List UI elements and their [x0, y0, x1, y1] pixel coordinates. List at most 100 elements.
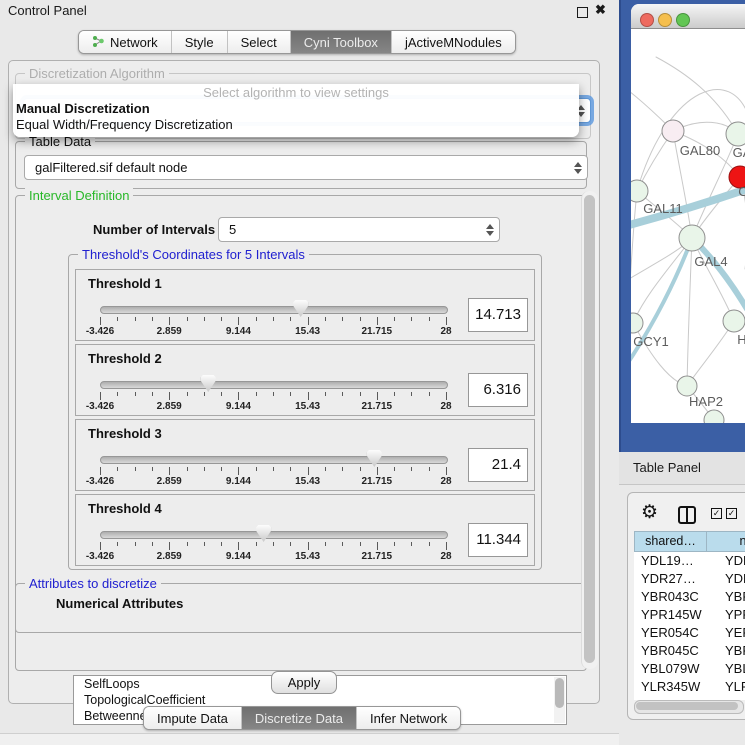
tab-label: Select — [241, 35, 277, 50]
tab-jactivemnodules[interactable]: jActiveMNodules — [392, 31, 515, 53]
cell-shared-name: YLR345W — [634, 678, 707, 696]
checkbox-icon[interactable]: ✓ — [726, 508, 737, 519]
threshold-slider[interactable] — [100, 531, 448, 539]
table-row[interactable]: YLR345WYLR3 — [634, 678, 745, 696]
panel-title: Control Panel — [8, 3, 87, 18]
cell-shared-name: YDR27… — [634, 570, 707, 588]
table-row[interactable]: YPR145WYPR1 — [634, 606, 745, 624]
combo-stepper-icon — [574, 162, 582, 174]
tab-network[interactable]: Network — [79, 31, 172, 53]
table-row[interactable]: YDR27…YDR2 — [634, 570, 745, 588]
list-scrollbar[interactable] — [554, 677, 565, 723]
table-data-combobox[interactable]: galFiltered.sif default node — [24, 155, 588, 180]
network-window-titlebar[interactable] — [631, 4, 745, 29]
apply-button[interactable]: Apply — [271, 671, 337, 694]
group-title: Discretization Algorithm — [25, 66, 169, 81]
tab-label: Style — [185, 35, 214, 50]
node-label: H — [737, 332, 745, 347]
slider-thumb[interactable] — [201, 375, 216, 392]
panel-scrollbar[interactable] — [581, 191, 598, 669]
columns-icon[interactable] — [678, 506, 696, 524]
cell-shared-name: YBL079W — [634, 660, 707, 678]
cell-shared-name: YPR145W — [634, 606, 707, 624]
group-title: Interval Definition — [25, 188, 133, 203]
table-hscrollbar-thumb[interactable] — [636, 702, 738, 710]
column-header-name[interactable]: na — [707, 531, 745, 552]
network-node[interactable] — [631, 180, 648, 202]
threshold-slider[interactable] — [100, 456, 448, 464]
network-node[interactable] — [704, 410, 724, 423]
slider-thumb[interactable] — [256, 525, 271, 542]
mac-zoom-icon[interactable] — [676, 13, 690, 27]
tab-infer-network[interactable]: Infer Network — [357, 707, 460, 729]
network-node[interactable] — [679, 225, 705, 251]
threshold-slider[interactable] — [100, 381, 448, 389]
tick-label: 9.144 — [226, 401, 251, 412]
table-hscrollbar[interactable] — [634, 700, 744, 714]
table-row[interactable]: YBR043CYBR0 — [634, 588, 745, 606]
threshold-panel: Threshold 4 -3.4262.8599.14415.4321.71528… — [75, 494, 535, 566]
tick-label: 9.144 — [226, 326, 251, 337]
table-data-group: Table Data galFiltered.sif default node — [15, 141, 587, 189]
combo-value: galFiltered.sif default node — [35, 160, 187, 175]
network-node[interactable] — [662, 120, 684, 142]
mac-close-icon[interactable] — [640, 13, 654, 27]
number-of-intervals-combobox[interactable]: 5 — [218, 217, 500, 242]
tab-style[interactable]: Style — [172, 31, 228, 53]
network-edge[interactable] — [687, 238, 692, 386]
tick-label: 21.715 — [362, 326, 393, 337]
node-label: GAL11 — [643, 201, 683, 216]
network-canvas[interactable]: GAL80GACGAL11GAL4GCY1HHAP2 — [631, 29, 745, 423]
threshold-slider[interactable] — [100, 306, 448, 314]
network-node[interactable] — [677, 376, 697, 396]
tab-impute-data[interactable]: Impute Data — [144, 707, 242, 729]
list-scrollbar-thumb[interactable] — [555, 678, 564, 708]
gear-icon[interactable]: ⚙ — [641, 501, 658, 524]
network-edge[interactable] — [631, 191, 637, 299]
node-label: GAL80 — [680, 143, 720, 158]
close-icon[interactable]: ✖ — [595, 2, 606, 18]
tab-label: Impute Data — [157, 711, 228, 726]
mac-minimize-icon[interactable] — [658, 13, 672, 27]
threshold-label: Threshold 3 — [88, 426, 162, 441]
cell-shared-name: YBR043C — [634, 588, 707, 606]
tick-label: 15.43 — [295, 476, 320, 487]
tick-label: 28 — [440, 551, 451, 562]
network-node[interactable] — [726, 122, 745, 146]
threshold-value-field[interactable]: 21.4 — [468, 448, 528, 482]
tab-select[interactable]: Select — [228, 31, 291, 53]
menu-item-equal-width-frequency[interactable]: Equal Width/Frequency Discretization — [16, 117, 233, 132]
threshold-panel: Threshold 2-3.4262.8599.14415.4321.71528… — [75, 344, 535, 416]
table-row[interactable]: YBL079WYBL0 — [634, 660, 745, 678]
cell-name: YPR1 — [707, 606, 745, 624]
slider-ticks: -3.4262.8599.14415.4321.71528 — [100, 542, 446, 564]
network-edge[interactable] — [687, 321, 734, 386]
number-of-intervals-label: Number of Intervals — [93, 222, 215, 237]
table-row[interactable]: YDL19…YDL1 — [634, 552, 745, 570]
slider-thumb[interactable] — [293, 300, 308, 317]
threshold-value-field[interactable]: 11.344 — [468, 523, 528, 557]
float-icon[interactable] — [577, 7, 588, 18]
cyni-toolbox-content: Discretization Algorithm Select algorith… — [8, 60, 600, 704]
combo-stepper-icon — [486, 224, 494, 236]
tab-discretize-data[interactable]: Discretize Data — [242, 707, 357, 729]
table-row[interactable]: YER054CYER0 — [634, 624, 745, 642]
checkbox-icon[interactable]: ✓ — [711, 508, 722, 519]
tick-label: -3.426 — [86, 401, 114, 412]
threshold-value-field[interactable]: 14.713 — [468, 298, 528, 332]
column-header-shared[interactable]: shared… — [634, 531, 707, 552]
network-edge[interactable] — [633, 323, 687, 386]
tab-cyni-toolbox[interactable]: Cyni Toolbox — [291, 31, 392, 53]
panel-scrollbar-thumb[interactable] — [584, 195, 595, 663]
menu-item-manual-discretization[interactable]: Manual Discretization — [16, 101, 150, 116]
threshold-label: Threshold 4 — [88, 501, 162, 516]
tab-label: Network — [110, 35, 158, 50]
table-row[interactable]: YBR045CYBR0 — [634, 642, 745, 660]
cyni-mode-tabs: Impute Data Discretize DataInfer Network — [143, 706, 461, 730]
network-node[interactable] — [631, 313, 643, 333]
threshold-value-field[interactable]: 6.316 — [468, 373, 528, 407]
network-node[interactable] — [723, 310, 745, 332]
cell-shared-name: YBR045C — [634, 642, 707, 660]
slider-thumb[interactable] — [367, 450, 382, 467]
network-edge[interactable] — [633, 238, 692, 323]
